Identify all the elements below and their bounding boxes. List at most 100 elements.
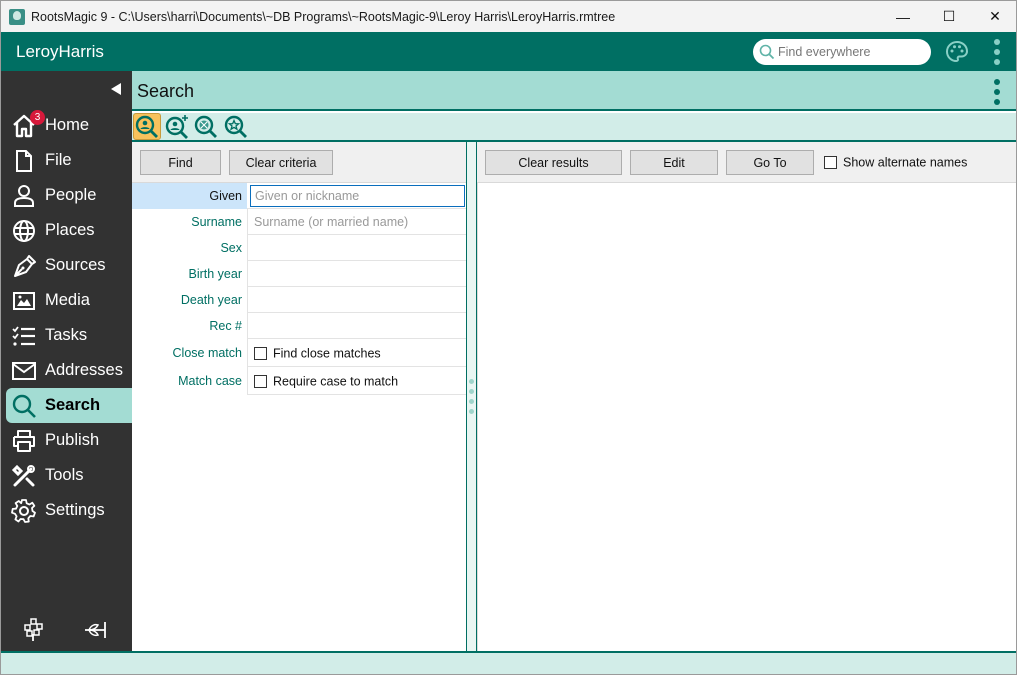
sex-row: Sex xyxy=(132,235,466,261)
find-close-matches-label[interactable]: Find close matches xyxy=(273,347,381,361)
app-header: LeroyHarris xyxy=(1,32,1016,71)
sidebar-item-label: Tasks xyxy=(45,326,88,344)
sidebar-item-tasks[interactable]: Tasks xyxy=(1,318,132,353)
birth-year-row: Birth year xyxy=(132,261,466,287)
rec-number-label: Rec # xyxy=(209,319,242,333)
birth-year-input[interactable] xyxy=(247,261,466,287)
clear-results-button[interactable]: Clear results xyxy=(485,150,622,175)
require-case-label[interactable]: Require case to match xyxy=(273,375,398,389)
sidebar-item-search[interactable]: Search xyxy=(6,388,132,423)
sidebar-item-label: Search xyxy=(45,396,101,414)
globe-icon xyxy=(13,220,35,242)
person-icon xyxy=(14,185,34,207)
sidebar-item-home[interactable]: 3 Home xyxy=(1,108,132,143)
find-close-matches-checkbox[interactable] xyxy=(254,347,267,361)
results-panel: Clear results Edit Go To Show alternate … xyxy=(477,142,1016,651)
app-menu-button[interactable] xyxy=(991,39,1003,65)
maximize-button[interactable]: ☐ xyxy=(926,1,972,32)
page-title: Search xyxy=(137,81,195,101)
sidebar-item-label: Home xyxy=(45,116,90,134)
results-list[interactable] xyxy=(477,183,1016,651)
panel-splitter[interactable] xyxy=(467,142,477,651)
sidebar-item-settings[interactable]: Settings xyxy=(1,493,132,528)
sidebar-item-media[interactable]: Media xyxy=(1,283,132,318)
sidebar: 3 Home File People Places Sources Media … xyxy=(1,71,132,651)
given-row: Given xyxy=(132,183,466,209)
death-year-label: Death year xyxy=(180,293,242,307)
death-year-input[interactable] xyxy=(247,287,466,313)
image-icon xyxy=(13,292,35,310)
person-search-icon xyxy=(135,115,158,138)
find-everywhere-box[interactable] xyxy=(753,39,931,65)
sidebar-item-publish[interactable]: Publish xyxy=(1,423,132,458)
sidebar-item-label: Media xyxy=(45,291,90,309)
printer-icon xyxy=(13,430,35,452)
minimize-button[interactable]: — xyxy=(880,1,926,32)
edit-button[interactable]: Edit xyxy=(630,150,718,175)
close-match-row: Close match Find close matches xyxy=(132,339,466,367)
status-bar xyxy=(1,651,1016,674)
sidebar-item-addresses[interactable]: Addresses xyxy=(1,353,132,388)
sidebar-nav: 3 Home File People Places Sources Media … xyxy=(1,108,132,528)
close-match-label: Close match xyxy=(172,346,242,360)
notification-badge: 3 xyxy=(30,110,45,125)
title-bar: RootsMagic 9 - C:\Users\harri\Documents\… xyxy=(1,1,1016,32)
sidebar-item-people[interactable]: People xyxy=(1,178,132,213)
sex-input[interactable] xyxy=(247,235,466,261)
palette-icon[interactable] xyxy=(945,40,969,64)
family-tree-icon[interactable] xyxy=(23,618,45,642)
page-header: Search xyxy=(132,71,1016,111)
favorite-search-button[interactable] xyxy=(222,113,250,140)
star-search-icon xyxy=(224,115,247,138)
birth-year-label: Birth year xyxy=(188,267,243,281)
person-search-plus-icon xyxy=(165,114,188,139)
surname-row: Surname Surname (or married name) xyxy=(132,209,466,235)
window-title: RootsMagic 9 - C:\Users\harri\Documents\… xyxy=(31,9,616,24)
given-input[interactable] xyxy=(250,185,465,207)
rec-number-input[interactable] xyxy=(247,313,466,339)
find-button[interactable]: Find xyxy=(140,150,221,175)
given-label: Given xyxy=(132,183,247,209)
sidebar-item-label: Addresses xyxy=(45,361,123,379)
file-icon xyxy=(16,150,32,172)
clear-criteria-button[interactable]: Clear criteria xyxy=(229,150,333,175)
surname-label: Surname xyxy=(191,215,242,229)
page-menu-button[interactable] xyxy=(992,79,1002,105)
collapse-sidebar-icon[interactable] xyxy=(111,83,121,95)
tools-icon xyxy=(11,464,35,487)
close-button[interactable]: ✕ xyxy=(972,1,1016,32)
sidebar-item-sources[interactable]: Sources xyxy=(1,248,132,283)
envelope-icon xyxy=(12,362,36,380)
search-toolbar xyxy=(132,113,1016,142)
show-alternate-names-option[interactable]: Show alternate names xyxy=(824,155,967,170)
sidebar-item-label: Tools xyxy=(45,466,84,484)
results-button-bar: Clear results Edit Go To Show alternate … xyxy=(477,142,1016,183)
sidebar-item-tools[interactable]: Tools xyxy=(1,458,132,493)
find-everywhere-input[interactable] xyxy=(778,45,918,59)
go-to-button[interactable]: Go To xyxy=(726,150,814,175)
person-search-button[interactable] xyxy=(133,113,161,140)
show-alternate-names-checkbox[interactable] xyxy=(824,156,837,170)
sidebar-item-file[interactable]: File xyxy=(1,143,132,178)
search-icon xyxy=(12,394,36,418)
sidebar-item-label: People xyxy=(45,186,97,204)
sidebar-item-label: Publish xyxy=(45,431,100,449)
pen-nib-icon xyxy=(14,255,36,277)
criteria-button-bar: Find Clear criteria xyxy=(132,142,466,183)
require-case-checkbox[interactable] xyxy=(254,375,267,389)
sidebar-item-label: Settings xyxy=(45,501,105,519)
dna-search-icon xyxy=(194,115,217,138)
show-alternate-names-label[interactable]: Show alternate names xyxy=(843,156,967,170)
sidebar-item-places[interactable]: Places xyxy=(1,213,132,248)
surname-input[interactable]: Surname (or married name) xyxy=(247,209,466,235)
task-list-icon xyxy=(12,326,35,346)
rec-number-row: Rec # xyxy=(132,313,466,339)
gear-icon xyxy=(11,499,36,523)
sidebar-item-label: Sources xyxy=(45,256,106,274)
plant-branch-icon[interactable] xyxy=(83,620,109,640)
rootsmagic-logo-icon xyxy=(9,8,25,25)
advanced-person-search-button[interactable] xyxy=(163,113,191,140)
dna-search-button[interactable] xyxy=(192,113,220,140)
sidebar-item-label: Places xyxy=(45,221,95,239)
database-name: LeroyHarris xyxy=(16,41,104,61)
